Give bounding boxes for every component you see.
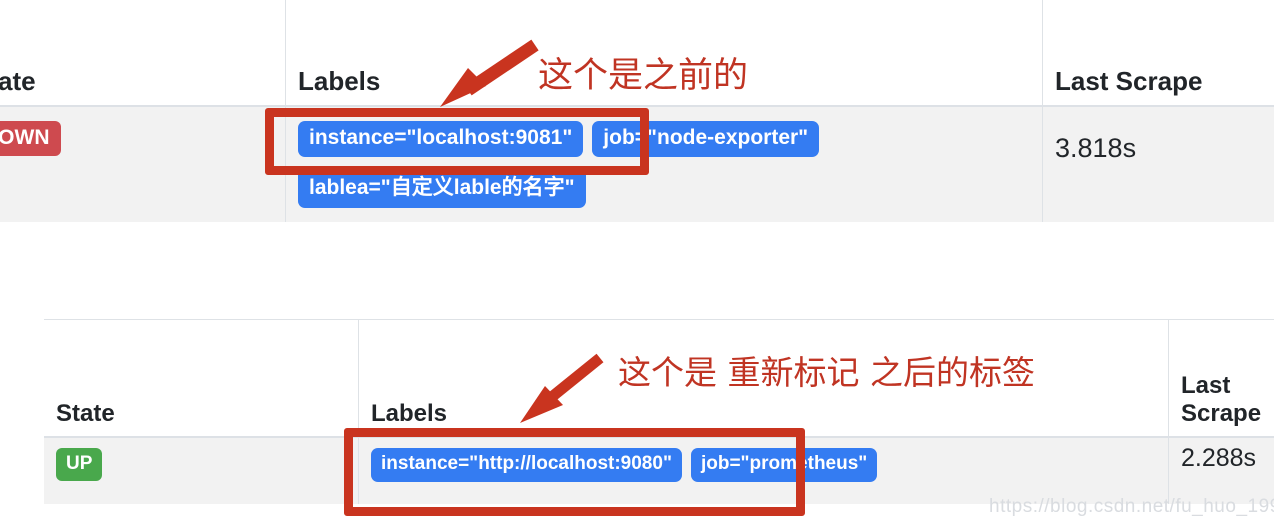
column-header-labels: Labels xyxy=(358,320,1168,436)
status-badge: DOWN xyxy=(0,121,61,156)
watermark: https://blog.csdn.net/fu_huo_1993 xyxy=(989,496,1274,517)
label-chip-instance[interactable]: instance="localhost:9081" xyxy=(298,121,584,157)
cell-state: DOWN xyxy=(0,107,285,222)
cell-labels: instance="http://localhost:9080" job="pr… xyxy=(358,438,1168,504)
label-chip-job[interactable]: job="prometheus" xyxy=(690,448,878,482)
status-badge: UP xyxy=(56,448,103,481)
column-header-state-label: State xyxy=(56,400,115,427)
table-row: DOWN instance="localhost:9081" job="node… xyxy=(0,107,1274,222)
label-chip-instance[interactable]: instance="http://localhost:9080" xyxy=(371,448,682,482)
column-header-last-scrape: Last Scrape xyxy=(1042,0,1274,105)
column-header-state: State xyxy=(0,0,285,105)
cell-last-scrape: 3.818s xyxy=(1042,107,1274,222)
last-scrape-value: 3.818s xyxy=(1055,133,1137,163)
column-header-last-scrape-label: Last Scrape xyxy=(1055,66,1203,96)
column-header-state: State xyxy=(44,320,358,436)
column-header-last-scrape-label: Last Scrape xyxy=(1181,372,1262,427)
column-header-last-scrape: Last Scrape xyxy=(1168,320,1274,436)
table-header-row: State Labels Last Scrape xyxy=(0,0,1274,107)
cell-state: UP xyxy=(44,438,358,504)
targets-table-after: State Labels Last Scrape UP instance="ht… xyxy=(44,319,1274,504)
column-header-labels: Labels xyxy=(285,0,1042,105)
column-header-labels-label: Labels xyxy=(371,400,448,427)
column-header-labels-label: Labels xyxy=(298,66,381,96)
table-row: UP instance="http://localhost:9080" job=… xyxy=(44,438,1274,504)
label-chip-lablea[interactable]: lablea="自定义lable的名字" xyxy=(298,166,586,208)
cell-labels: instance="localhost:9081" job="node-expo… xyxy=(285,107,1042,222)
column-header-state-label: State xyxy=(0,66,36,96)
targets-table-before: State Labels Last Scrape DOWN instance="… xyxy=(0,0,1274,222)
label-chip-job[interactable]: job="node-exporter" xyxy=(592,121,820,157)
last-scrape-value: 2.288s xyxy=(1181,444,1257,472)
cell-last-scrape: 2.288s xyxy=(1168,438,1274,504)
table-header-row: State Labels Last Scrape xyxy=(44,320,1274,438)
